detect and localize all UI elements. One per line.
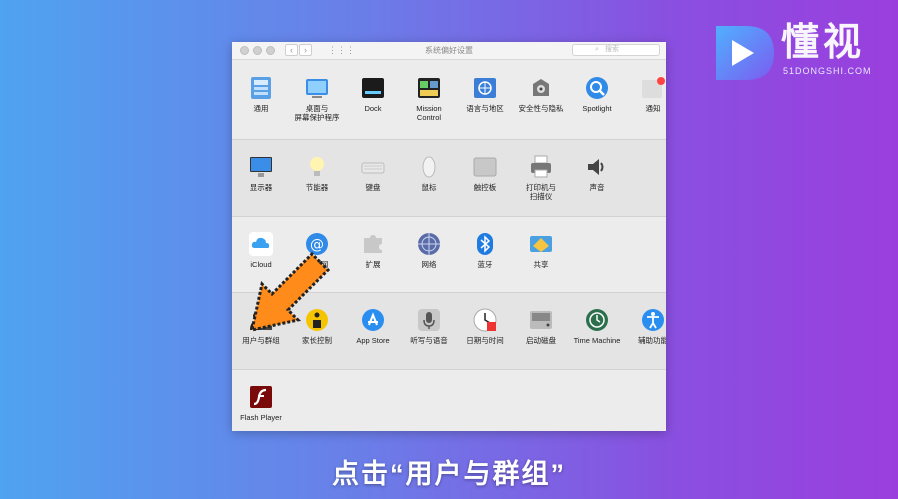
brand-name: 懂视 — [781, 22, 866, 64]
flash-player-icon — [249, 385, 273, 409]
pane-dictation[interactable]: 听写与语音 — [401, 308, 457, 356]
pane-dock[interactable]: Dock — [345, 76, 401, 124]
security-icon — [529, 76, 553, 100]
pane-keyboard[interactable]: 键盘 — [345, 155, 401, 203]
notifications-icon — [641, 76, 665, 100]
search-placeholder: 搜索 — [605, 46, 619, 53]
pane-date-time[interactable]: 日期与时间 — [457, 308, 513, 356]
system-preferences-window: ‹ › ⋮⋮⋮ 系统偏好设置 ⌕ 搜索 通用 桌面与 屏幕保护程序 Dock Miss… — [232, 42, 666, 431]
display-icon — [249, 155, 273, 179]
pane-label: 辅助功能 — [638, 336, 666, 345]
pane-sharing[interactable]: 共享 — [513, 232, 569, 280]
pane-flash-player[interactable]: Flash Player — [233, 385, 289, 431]
time-machine-icon — [585, 308, 609, 332]
pane-label: 共享 — [533, 260, 549, 269]
title-bar: ‹ › ⋮⋮⋮ 系统偏好设置 ⌕ 搜索 — [232, 42, 666, 60]
brand-site: 51DONGSHI.COM — [783, 66, 872, 76]
pane-mission-control[interactable]: Mission Control — [401, 76, 457, 124]
pane-network[interactable]: 网络 — [401, 232, 457, 280]
pointer-arrow — [250, 251, 331, 332]
pane-security[interactable]: 安全性与隐私 — [513, 76, 569, 124]
pane-time-machine[interactable]: Time Machine — [569, 308, 625, 356]
pane-desktop[interactable]: 桌面与 屏幕保护程序 — [289, 76, 345, 124]
pane-label: 通知 — [645, 104, 661, 113]
pane-trackpad[interactable]: 触控板 — [457, 155, 513, 203]
search-icon: ⌕ — [595, 46, 599, 53]
extensions-icon — [361, 232, 385, 256]
pane-spotlight[interactable]: Spotlight — [569, 76, 625, 124]
keyboard-icon — [361, 155, 385, 179]
network-icon — [417, 232, 441, 256]
trackpad-icon — [473, 155, 497, 179]
dock-icon — [361, 76, 385, 100]
startup-disk-icon — [529, 308, 553, 332]
sound-icon — [585, 155, 609, 179]
pane-display[interactable]: 显示器 — [233, 155, 289, 203]
spotlight-icon — [585, 76, 609, 100]
pane-accessibility[interactable]: 辅助功能 — [625, 308, 666, 356]
pane-bluetooth[interactable]: 蓝牙 — [457, 232, 513, 280]
pane-sound[interactable]: 声音 — [569, 155, 625, 203]
pane-general[interactable]: 通用 — [233, 76, 289, 124]
instruction-caption: 点击“用户与群组” — [332, 459, 566, 489]
pane-energy-saver[interactable]: 节能器 — [289, 155, 345, 203]
accessibility-icon — [641, 308, 665, 332]
mission-control-icon — [417, 76, 441, 100]
search-field[interactable]: ⌕ 搜索 — [572, 44, 660, 56]
pane-startup-disk[interactable]: 启动磁盘 — [513, 308, 569, 356]
language-icon — [473, 76, 497, 100]
printer-icon — [529, 155, 553, 179]
dictation-icon — [417, 308, 441, 332]
pane-row-5 — [232, 370, 666, 431]
pane-language[interactable]: 语言与地区 — [457, 76, 513, 124]
pane-printer[interactable]: 打印机与 扫描仪 — [513, 155, 569, 203]
sharing-icon — [529, 232, 553, 256]
app-store-icon — [361, 308, 385, 332]
pane-extensions[interactable]: 扩展 — [345, 232, 401, 280]
pane-label: Flash Player — [240, 413, 282, 422]
mouse-icon — [417, 155, 441, 179]
desktop-icon — [305, 76, 329, 100]
general-icon — [249, 76, 273, 100]
date-time-icon — [473, 308, 497, 332]
pane-notifications[interactable]: 通知 — [625, 76, 666, 124]
bluetooth-icon — [473, 232, 497, 256]
pane-app-store[interactable]: App Store — [345, 308, 401, 356]
pane-mouse[interactable]: 鼠标 — [401, 155, 457, 203]
pane-label: 声音 — [589, 183, 605, 192]
energy-saver-icon — [305, 155, 329, 179]
